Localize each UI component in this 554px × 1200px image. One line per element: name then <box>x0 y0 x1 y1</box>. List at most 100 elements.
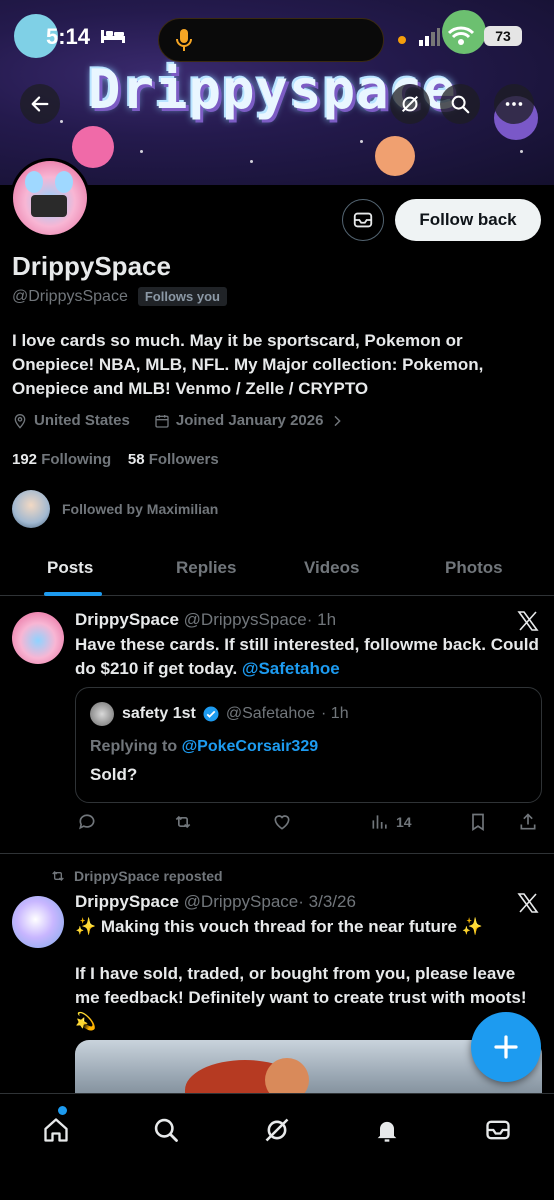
plus-icon <box>494 1035 518 1059</box>
tab-photos[interactable]: Photos <box>445 558 503 578</box>
reply-button[interactable] <box>77 812 97 832</box>
post-author-name[interactable]: DrippySpace <box>75 610 179 629</box>
bookmark-icon <box>472 813 484 832</box>
nav-home[interactable] <box>38 1112 74 1148</box>
post-time: · 1h <box>306 610 337 629</box>
quote-avatar <box>90 702 114 726</box>
location-icon <box>14 413 26 429</box>
followed-by-text: Followed by Maximilian <box>62 501 219 517</box>
profile-banner[interactable]: Drippyspace 5:14 73 <box>0 0 554 185</box>
profile-meta: United States Joined January 2026 <box>12 412 345 429</box>
signal-icon <box>419 28 440 46</box>
nav-messages[interactable] <box>480 1112 516 1148</box>
like-button[interactable] <box>272 812 292 832</box>
microphone-icon <box>176 29 192 51</box>
quote-text: Sold? <box>90 765 138 784</box>
home-icon <box>44 1118 68 1142</box>
post-author-handle: @DrippySpace <box>183 892 299 911</box>
follower-avatar <box>12 490 50 528</box>
views-button[interactable]: 14 <box>370 812 412 832</box>
post-text: Have these cards. If still interested, f… <box>75 635 539 678</box>
x-logo-icon <box>517 893 539 913</box>
tab-videos[interactable]: Videos <box>304 558 359 578</box>
post-author-name[interactable]: DrippySpace <box>75 892 179 911</box>
message-button[interactable] <box>342 199 384 241</box>
profile-joined: Joined January 2026 <box>175 412 324 429</box>
profile-avatar[interactable] <box>10 158 90 238</box>
views-count: 14 <box>396 814 412 830</box>
followed-by[interactable]: Followed by Maximilian <box>12 490 218 528</box>
post-time: · 3/3/26 <box>298 892 356 911</box>
search-icon <box>451 95 470 114</box>
search-button[interactable] <box>440 84 480 124</box>
follows-you-badge: Follows you <box>137 287 227 306</box>
reply-icon <box>79 814 95 830</box>
replying-to-link[interactable]: @PokeCorsair329 <box>182 738 319 755</box>
profile-tabs: Posts Replies Videos Photos <box>0 548 554 596</box>
post-text-line1: ✨ Making this vouch thread for the near … <box>75 917 483 936</box>
active-tab-indicator <box>44 592 102 596</box>
post-text-line2: If I have sold, traded, or bought from y… <box>75 964 527 1031</box>
post-mention-link[interactable]: @Safetahoe <box>242 659 340 678</box>
post-actions: 14 <box>75 812 542 838</box>
mail-icon <box>486 1120 510 1140</box>
grok-icon <box>401 95 419 113</box>
followers-link[interactable]: 58 Followers <box>128 451 219 468</box>
nav-notifications[interactable] <box>369 1112 405 1148</box>
tab-replies[interactable]: Replies <box>176 558 236 578</box>
battery-indicator: 73 <box>484 26 522 46</box>
nav-search[interactable] <box>148 1112 184 1148</box>
following-link[interactable]: 192 Following <box>12 451 111 468</box>
compose-post-button[interactable] <box>471 1012 541 1082</box>
tab-posts[interactable]: Posts <box>47 558 93 578</box>
follow-back-button[interactable]: Follow back <box>395 199 541 241</box>
more-horizontal-icon <box>505 102 523 106</box>
bottom-navigation <box>0 1093 554 1200</box>
follow-counts: 192 Following 58 Followers <box>12 451 219 468</box>
quote-author-handle: @Safetahoe <box>225 705 316 722</box>
post-author-handle: @DrippysSpace <box>183 610 307 629</box>
x-logo-icon <box>517 611 539 631</box>
profile-handle-row: @DrippysSpace Follows you <box>12 287 227 306</box>
mail-icon <box>353 212 373 228</box>
repost-indicator: DrippySpace reposted <box>50 868 223 884</box>
repost-icon <box>52 871 64 881</box>
arrow-left-icon <box>31 96 49 112</box>
share-icon <box>520 813 536 830</box>
status-time: 5:14 <box>46 24 91 49</box>
bookmark-button[interactable] <box>468 812 488 832</box>
post-avatar[interactable] <box>12 896 64 948</box>
avatar-image <box>13 161 87 235</box>
search-icon <box>154 1118 178 1142</box>
post-header: DrippySpace @DrippySpace· 3/3/26 <box>75 892 356 912</box>
post-avatar[interactable] <box>12 612 64 664</box>
replying-to: Replying to @PokeCorsair329 <box>90 738 319 755</box>
bed-icon <box>101 30 125 43</box>
privacy-indicator <box>398 36 406 44</box>
profile-display-name: DrippySpace <box>12 251 171 281</box>
wifi-icon <box>448 26 474 45</box>
views-icon <box>372 815 387 829</box>
grok-icon <box>265 1118 289 1142</box>
heart-icon <box>274 815 290 830</box>
repost-label: DrippySpace reposted <box>74 868 223 884</box>
profile-location: United States <box>34 412 130 429</box>
repost-icon <box>175 815 191 829</box>
banner-character <box>72 126 114 168</box>
profile-handle: @DrippysSpace <box>12 287 128 305</box>
share-button[interactable] <box>518 812 538 832</box>
quoted-post[interactable]: safety 1st @Safetahoe · 1h Replying to @P… <box>75 687 542 803</box>
post-divider <box>0 853 554 854</box>
post-header: DrippySpace @DrippysSpace· 1h <box>75 610 336 630</box>
nav-grok[interactable] <box>259 1112 295 1148</box>
more-options-button[interactable] <box>494 84 534 124</box>
quote-author-name: safety 1st <box>122 705 196 722</box>
banner-character <box>375 136 415 176</box>
calendar-icon <box>155 414 169 428</box>
back-button[interactable] <box>20 84 60 124</box>
chevron-right-icon[interactable] <box>329 413 345 429</box>
grok-button[interactable] <box>390 84 430 124</box>
verified-badge-icon <box>203 706 219 722</box>
quote-time: · 1h <box>321 705 349 722</box>
repost-button[interactable] <box>173 812 193 832</box>
